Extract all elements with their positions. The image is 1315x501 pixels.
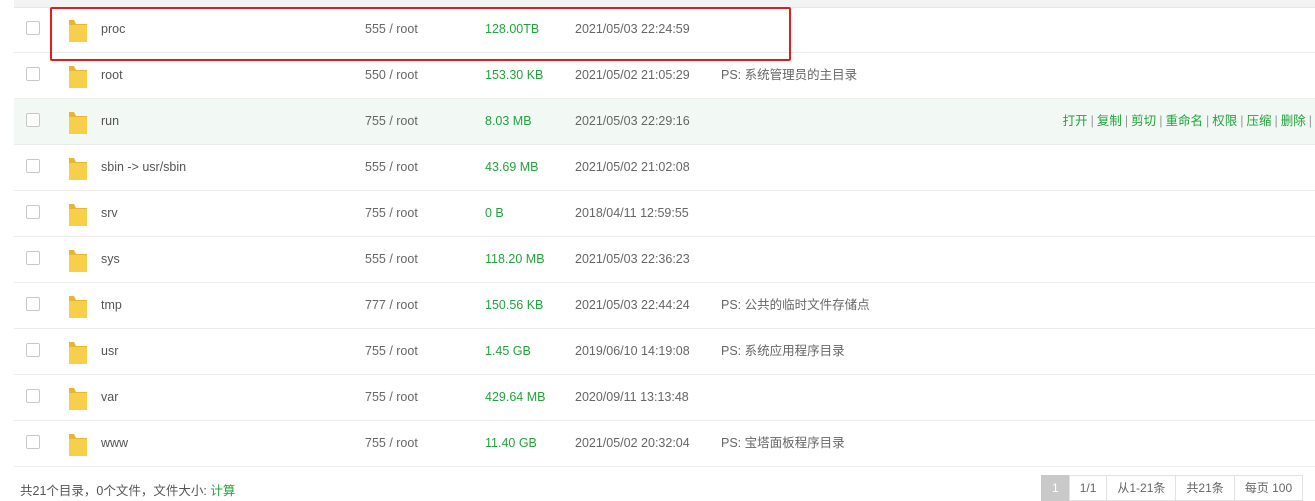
folder-icon [69,296,87,318]
action-copy[interactable]: 复制 [1097,114,1122,128]
page-total: 共21条 [1175,475,1235,501]
file-mtime: 2019/06/10 14:19:08 [575,344,690,358]
per-page-select[interactable]: 每页 100 [1233,475,1304,501]
folder-icon [69,204,87,226]
file-size: 128.00TB [485,22,540,36]
file-row[interactable]: www 755 / root 11.40 GB 2021/05/02 20:32… [14,421,1315,467]
file-size: 43.69 MB [485,160,539,174]
file-name[interactable]: root [101,53,123,98]
file-name[interactable]: var [101,375,118,420]
folder-icon [69,20,87,42]
action-separator: | [1205,114,1210,128]
page-current[interactable]: 1 [1041,475,1070,501]
file-remark[interactable]: PS: 宝塔面板程序目录 [721,421,845,466]
folder-icon [69,250,87,272]
file-row[interactable]: sbin -> usr/sbin 555 / root 43.69 MB 202… [14,145,1315,191]
file-permission[interactable]: 755 / root [365,99,418,144]
row-checkbox[interactable] [26,435,40,449]
file-list: proc 555 / root 128.00TB 2021/05/03 22:2… [14,7,1315,467]
action-separator: | [1090,114,1094,128]
file-permission[interactable]: 555 / root [365,7,418,52]
row-checkbox[interactable] [26,343,40,357]
file-mtime: 2021/05/03 22:29:16 [575,114,690,128]
folder-icon [69,388,87,410]
file-row[interactable]: run 755 / root 8.03 MB 2021/05/03 22:29:… [14,99,1315,145]
file-size: 150.56 KB [485,298,544,312]
row-checkbox[interactable] [26,159,40,173]
pagination: 1 1/1 从1-21条 共21条 每页 100 [1041,475,1304,501]
file-remark[interactable]: PS: 公共的临时文件存储点 [721,283,870,328]
file-size: 1.45 GB [485,344,531,358]
action-separator: | [1240,114,1244,128]
file-mtime: 2021/05/03 22:24:59 [575,22,690,36]
row-checkbox[interactable] [26,205,40,219]
folder-icon [69,434,87,456]
row-checkbox[interactable] [26,297,40,311]
file-name[interactable]: usr [101,329,118,374]
action-permission[interactable]: 权限 [1212,114,1237,128]
action-compress[interactable]: 压缩 [1246,114,1271,128]
file-permission[interactable]: 550 / root [365,53,418,98]
file-permission[interactable]: 755 / root [365,191,418,236]
file-size: 8.03 MB [485,114,532,128]
file-row[interactable]: usr 755 / root 1.45 GB 2019/06/10 14:19:… [14,329,1315,375]
folder-icon [69,66,87,88]
summary-text: 共21个目录，0个文件，文件大小: [20,484,207,498]
folder-icon [69,158,87,180]
file-remark[interactable]: PS: 系统应用程序目录 [721,329,845,374]
file-name[interactable]: tmp [101,283,122,328]
file-size: 153.30 KB [485,68,544,82]
file-mtime: 2021/05/03 22:36:23 [575,252,690,266]
file-permission[interactable]: 755 / root [365,421,418,466]
file-permission[interactable]: 555 / root [365,145,418,190]
row-actions: 打开 | 复制 | 剪切 | 重命名 | 权限 | 压缩 | 删除 | [1063,99,1315,144]
row-checkbox[interactable] [26,67,40,81]
file-name[interactable]: run [101,99,119,144]
action-separator: | [1274,114,1278,128]
file-permission[interactable]: 777 / root [365,283,418,328]
calculate-size-link[interactable]: 计算 [210,484,235,498]
action-separator: | [1159,114,1163,128]
page-range: 从1-21条 [1106,475,1177,501]
action-separator: | [1124,114,1129,128]
file-permission[interactable]: 755 / root [365,329,418,374]
action-cut[interactable]: 剪切 [1131,114,1156,128]
file-name[interactable]: sbin -> usr/sbin [101,145,186,190]
page-count: 1/1 [1068,475,1108,501]
file-permission[interactable]: 755 / root [365,375,418,420]
file-row[interactable]: var 755 / root 429.64 MB 2020/09/11 13:1… [14,375,1315,421]
file-remark[interactable]: PS: 系统管理员的主目录 [721,53,857,98]
file-row[interactable]: root 550 / root 153.30 KB 2021/05/02 21:… [14,53,1315,99]
action-open[interactable]: 打开 [1063,114,1088,128]
action-separator: | [1308,114,1312,128]
file-row[interactable]: srv 755 / root 0 B 2018/04/11 12:59:55 [14,191,1315,237]
row-checkbox[interactable] [26,113,40,127]
folder-icon [69,112,87,134]
row-checkbox[interactable] [26,21,40,35]
file-mtime: 2020/09/11 13:13:48 [575,390,689,404]
folder-icon [69,342,87,364]
file-name[interactable]: www [101,421,128,466]
file-mtime: 2021/05/03 22:44:24 [575,298,690,312]
file-size: 0 B [485,206,504,220]
file-mtime: 2021/05/02 21:05:29 [575,68,690,82]
file-size: 118.20 MB [485,252,545,266]
footer-summary: 共21个目录，0个文件，文件大小: 计算 [20,481,235,501]
file-name[interactable]: proc [101,7,125,52]
file-mtime: 2021/05/02 20:32:04 [575,436,690,450]
row-checkbox[interactable] [26,389,40,403]
file-mtime: 2021/05/02 21:02:08 [575,160,690,174]
file-permission[interactable]: 555 / root [365,237,418,282]
file-row[interactable]: sys 555 / root 118.20 MB 2021/05/03 22:3… [14,237,1315,283]
file-name[interactable]: sys [101,237,120,282]
file-size: 429.64 MB [485,390,546,404]
file-name[interactable]: srv [101,191,118,236]
file-row[interactable]: proc 555 / root 128.00TB 2021/05/03 22:2… [14,7,1315,53]
file-mtime: 2018/04/11 12:59:55 [575,206,689,220]
action-delete[interactable]: 删除 [1281,114,1306,128]
row-checkbox[interactable] [26,251,40,265]
file-size: 11.40 GB [485,436,537,450]
action-rename[interactable]: 重命名 [1165,114,1203,128]
file-row[interactable]: tmp 777 / root 150.56 KB 2021/05/03 22:4… [14,283,1315,329]
